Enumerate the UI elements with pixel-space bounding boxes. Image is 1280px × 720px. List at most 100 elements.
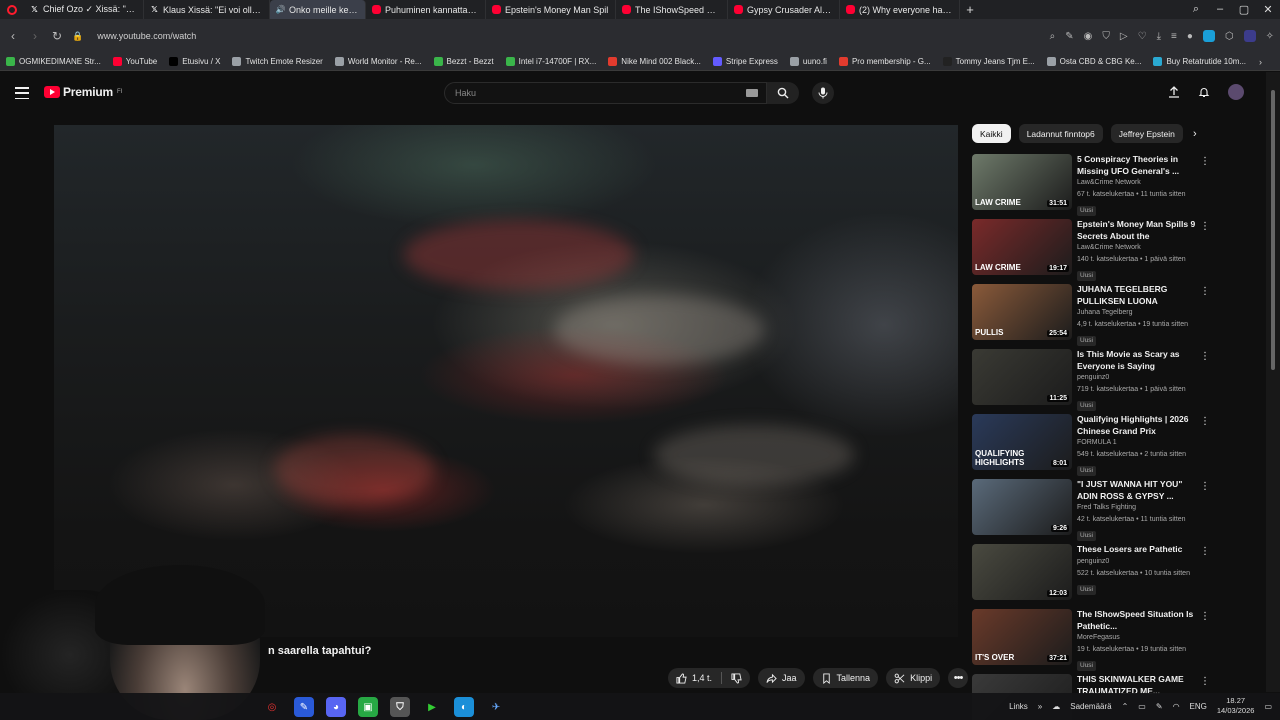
new-tab-button[interactable]: + <box>960 2 980 17</box>
search-input[interactable] <box>455 88 715 98</box>
channel-name[interactable]: Juhana Tegelberg <box>1077 307 1205 319</box>
play-icon[interactable]: ▷ <box>1120 31 1128 42</box>
video-thumbnail[interactable]: PULLIS 25:54 <box>972 284 1072 340</box>
clock[interactable]: 18.27 14/03/2026 <box>1217 696 1255 716</box>
video-title[interactable]: Qualifying Highlights | 2026 Chinese Gra… <box>1077 414 1205 437</box>
bookmark-item[interactable]: uuno.fi <box>789 57 827 66</box>
extension-icon[interactable] <box>1202 30 1215 42</box>
dislike-icon[interactable] <box>731 672 742 684</box>
clip-button[interactable]: Klippi <box>886 668 941 688</box>
bookmark-item[interactable]: World Monitor - Re... <box>334 57 422 66</box>
filter-chip[interactable]: Ladannut finntop6 <box>1018 124 1103 143</box>
youtube-logo[interactable]: Premium FI <box>44 85 122 99</box>
upload-icon[interactable] <box>1168 86 1180 98</box>
download-icon[interactable]: ⤓ <box>1157 31 1161 42</box>
ai-icon[interactable]: ✧ <box>1266 31 1274 42</box>
more-vertical-icon[interactable]: ⋮ <box>1200 156 1210 167</box>
video-title[interactable]: These Losers are Pathetic <box>1077 544 1205 556</box>
more-vertical-icon[interactable]: ⋮ <box>1200 546 1210 557</box>
search-button[interactable] <box>767 82 799 104</box>
menu-icon[interactable]: ≡ <box>1171 31 1177 42</box>
recommended-video[interactable]: 12:03 These Losers are Pathetic penguinz0 5… <box>972 544 1222 609</box>
extension-purple-icon[interactable] <box>1243 30 1256 42</box>
browser-tab[interactable]: 𝕏 Klaus Xissä: "Ei voi olla lo <box>144 0 270 19</box>
screen-icon[interactable]: ▭ <box>1138 702 1146 711</box>
bookmark-item[interactable]: Nike Mind 002 Black... <box>608 57 701 66</box>
browser-tab[interactable]: Puhuminen kannattaa ain <box>366 0 486 19</box>
chevron-right-icon[interactable]: › <box>1193 128 1197 140</box>
bookmark-item[interactable]: Intel i7-14700F | RX... <box>505 57 596 66</box>
filter-chip[interactable]: Kaikki <box>972 124 1011 143</box>
share-button[interactable]: Jaa <box>758 668 805 688</box>
recommended-video[interactable]: 9:26 "I JUST WANNA HIT YOU" ADIN ROSS & G… <box>972 479 1222 544</box>
more-vertical-icon[interactable]: ⋮ <box>1200 351 1210 362</box>
notifications-bell-icon[interactable] <box>1198 86 1210 98</box>
channel-name[interactable]: FORMULA 1 <box>1077 437 1205 449</box>
browser-tab[interactable]: Epstein's Money Man Spil <box>486 0 616 19</box>
filter-chip[interactable]: Jeffrey Epstein <box>1110 124 1183 143</box>
shield-app-icon[interactable]: ⛉ <box>390 697 410 717</box>
bookmark-item[interactable]: Osta CBD & CBG Ke... <box>1046 57 1141 66</box>
recommended-video[interactable]: LAW CRIME 19:17 Epstein's Money Man Spills… <box>972 219 1222 284</box>
play-app-icon[interactable]: ▶ <box>422 697 442 717</box>
chevron-up-icon[interactable]: ⌃ <box>1122 702 1129 711</box>
channel-name[interactable]: penguinz0 <box>1077 372 1205 384</box>
browser-tab[interactable]: 🔊Onko meille kerrottu <box>270 0 366 19</box>
edge-app-icon[interactable]: ◐ <box>454 697 474 717</box>
search-tabs-icon[interactable]: ⌕ <box>1184 3 1208 16</box>
profile-icon[interactable]: ● <box>1187 31 1193 42</box>
more-vertical-icon[interactable]: ⋮ <box>1200 221 1210 232</box>
notifications-icon[interactable]: ▭ <box>1264 702 1272 711</box>
close-window-button[interactable]: ✕ <box>1256 3 1280 16</box>
video-title[interactable]: "I JUST WANNA HIT YOU" ADIN ROSS & GYPSY… <box>1077 479 1205 502</box>
keyboard-icon[interactable] <box>746 89 758 97</box>
video-title[interactable]: Is This Movie as Scary as Everyone is Sa… <box>1077 349 1205 372</box>
chevron-left-icon[interactable]: » <box>1038 702 1042 711</box>
channel-name[interactable]: Fred Talks Fighting <box>1077 502 1205 514</box>
bookmark-item[interactable]: Stripe Express <box>712 57 778 66</box>
bookmark-item[interactable]: OGMIKEDIMANE Str... <box>6 57 101 66</box>
bookmark-item[interactable]: Tommy Jeans Tjm E... <box>942 57 1035 66</box>
extensions-icon[interactable]: ⬡ <box>1225 31 1234 42</box>
opera-app-icon[interactable]: ◎ <box>262 697 282 717</box>
recommended-video[interactable]: 11:25 Is This Movie as Scary as Everyone … <box>972 349 1222 414</box>
maximize-button[interactable]: ▢ <box>1232 3 1256 16</box>
search-icon[interactable]: ⌕ <box>1050 31 1056 42</box>
video-thumbnail[interactable]: LAW CRIME 31:51 <box>972 154 1072 210</box>
minimize-button[interactable]: – <box>1208 3 1232 16</box>
video-title[interactable]: 5 Conspiracy Theories in Missing UFO Gen… <box>1077 154 1205 177</box>
browser-tab[interactable]: The IShowSpeed Situation <box>616 0 728 19</box>
recommended-video[interactable]: IT'S OVER 37:21 The IShowSpeed Situation I… <box>972 609 1222 674</box>
camera-icon[interactable]: ◉ <box>1084 31 1093 42</box>
paint-app-icon[interactable]: ✎ <box>294 697 314 717</box>
recommended-video[interactable]: LAW CRIME 31:51 5 Conspiracy Theories in M… <box>972 154 1222 219</box>
bookmark-item[interactable]: Buy Retatrutide 10m... <box>1153 57 1246 66</box>
bookmark-item[interactable]: Etusivu / X <box>169 57 220 66</box>
pen-icon[interactable]: ✎ <box>1156 702 1163 711</box>
recommended-video[interactable]: QUALIFYING HIGHLIGHTS 8:01 Qualifying High… <box>972 414 1222 479</box>
video-thumbnail[interactable]: 12:03 <box>972 544 1072 600</box>
recommended-video[interactable]: PULLIS 25:54 JUHANA TEGELBERG PULLIKSEN LU… <box>972 284 1222 349</box>
opera-logo-icon[interactable] <box>0 0 24 19</box>
voice-search-button[interactable] <box>812 82 834 104</box>
browser-tab[interactable]: 𝕏 Chief Ozo ✓ Xissä: "A Ch <box>24 0 144 19</box>
more-vertical-icon[interactable]: ⋮ <box>1200 416 1210 427</box>
page-scrollbar[interactable] <box>1266 72 1280 692</box>
like-icon[interactable] <box>676 672 687 684</box>
channel-name[interactable]: MoreFegasus <box>1077 632 1205 644</box>
video-title[interactable]: JUHANA TEGELBERG PULLIKSEN LUONA <box>1077 284 1205 307</box>
weather-label[interactable]: Sademäärä <box>1070 702 1111 711</box>
video-title[interactable]: The IShowSpeed Situation Is Pathetic... <box>1077 609 1205 632</box>
android-app-icon[interactable]: ▣ <box>358 697 378 717</box>
reload-button[interactable]: ↻ <box>50 29 64 43</box>
video-thumbnail[interactable]: QUALIFYING HIGHLIGHTS 8:01 <box>972 414 1072 470</box>
save-button[interactable]: Tallenna <box>812 668 879 688</box>
links-toolbar[interactable]: Links <box>1009 702 1028 711</box>
bookmark-item[interactable]: YouTube <box>112 57 157 66</box>
bookmark-item[interactable]: Twitch Emote Resizer <box>232 57 323 66</box>
shield-icon[interactable]: ⛉ <box>1102 31 1110 42</box>
more-vertical-icon[interactable]: ⋮ <box>1200 286 1210 297</box>
lock-icon[interactable]: 🔒 <box>72 31 83 42</box>
wifi-icon[interactable]: ◠ <box>1173 702 1180 711</box>
video-title[interactable]: Epstein's Money Man Spills 9 Secrets Abo… <box>1077 219 1205 242</box>
